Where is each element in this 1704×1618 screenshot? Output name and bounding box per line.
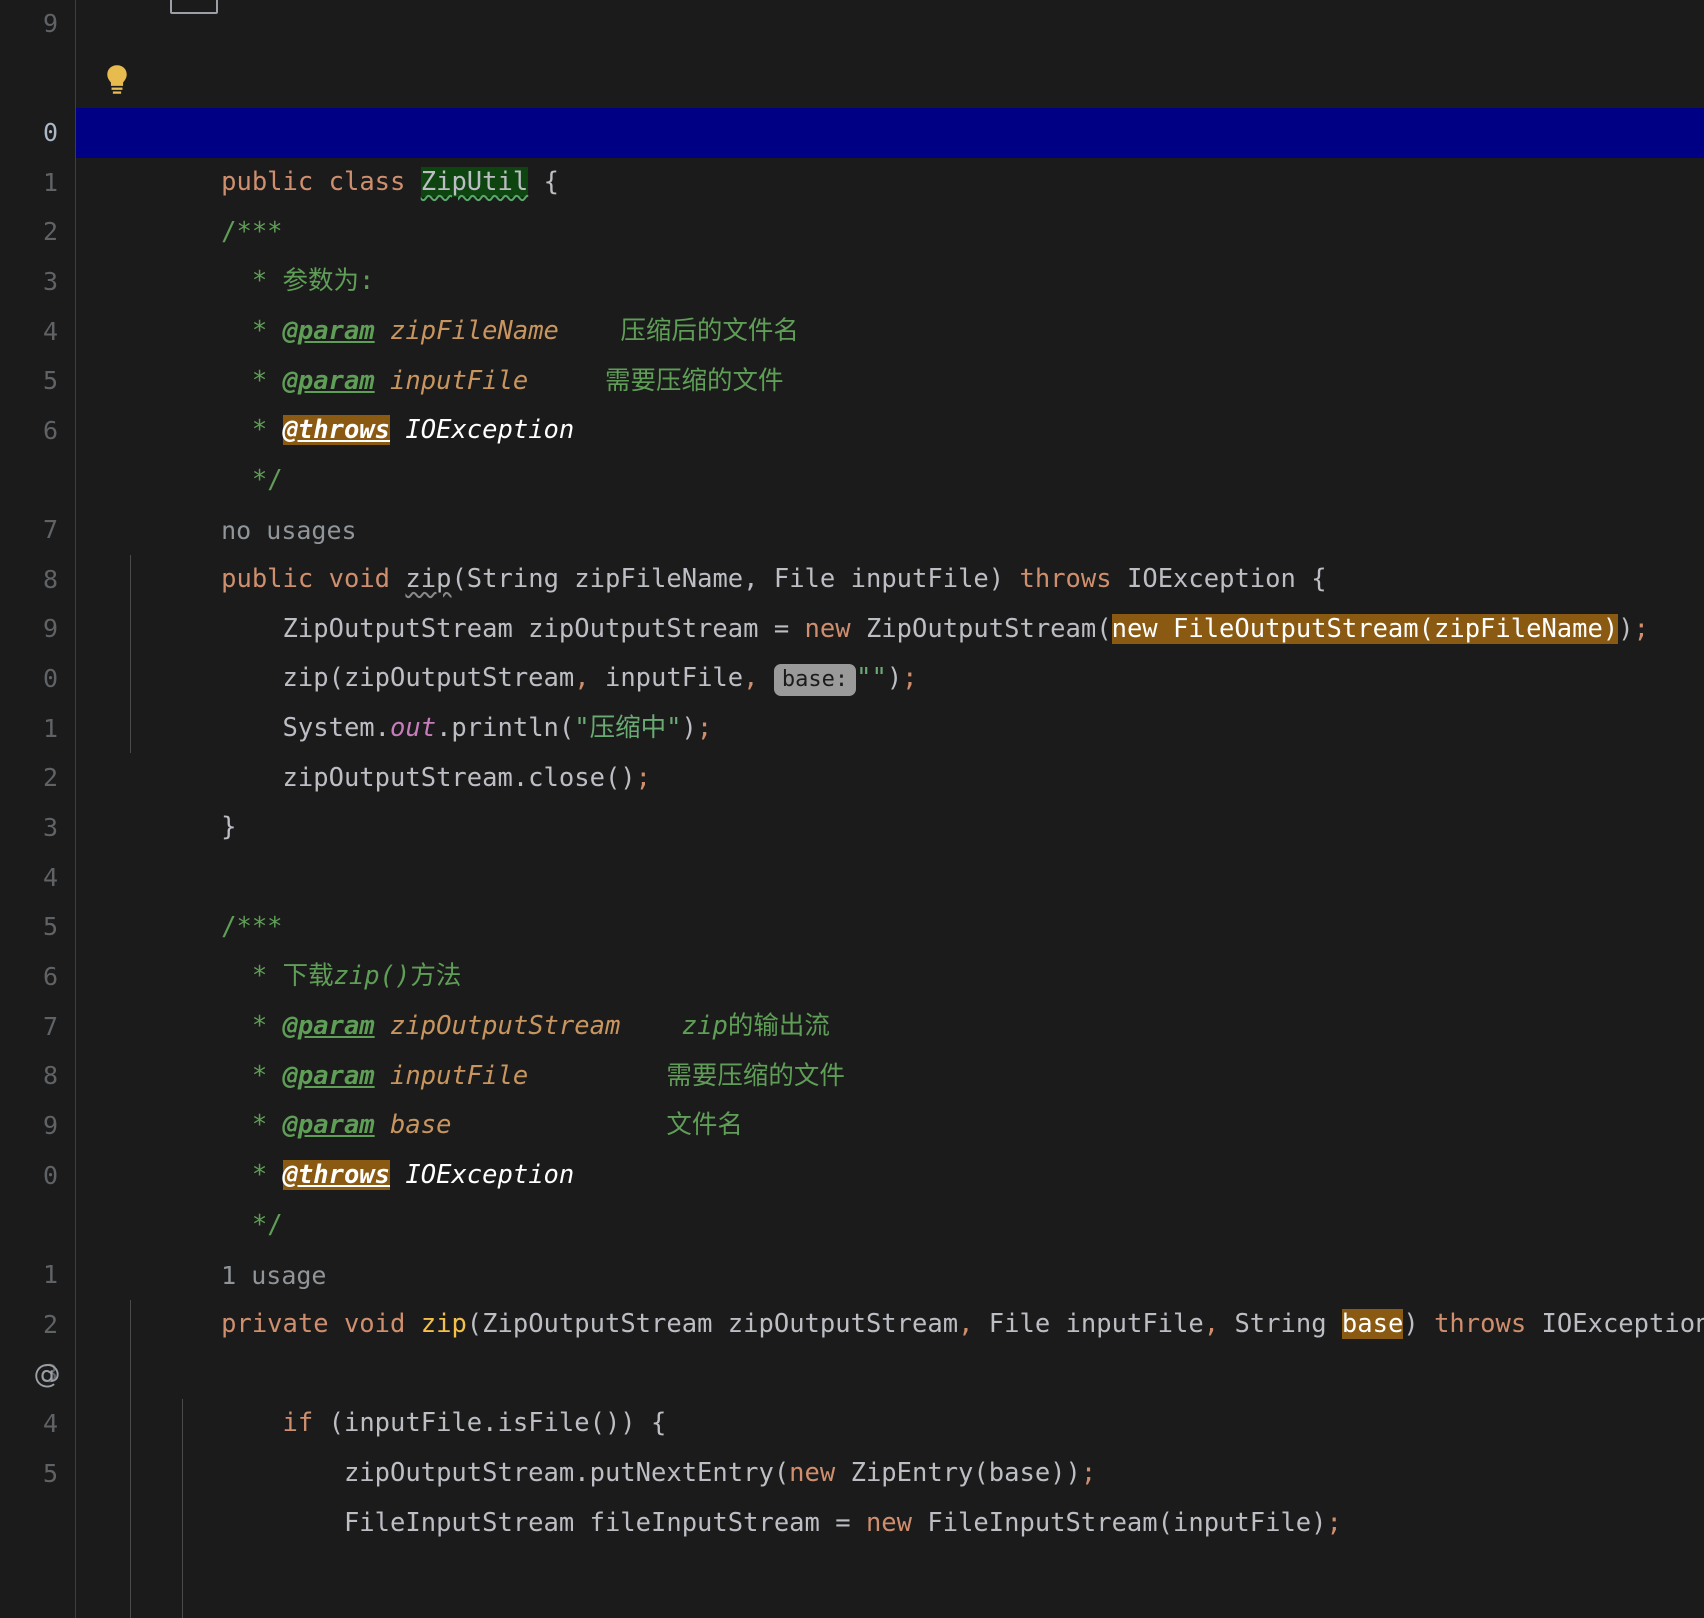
line-number: 6 [42,962,58,991]
code-line-blank[interactable] [76,803,1704,853]
inlay-no-usages-method1[interactable]: no usages [76,456,1704,545]
code-line-close-call[interactable]: zipOutputStream.close(); [76,704,1704,793]
semicolon: ; [1326,1507,1342,1538]
code-line-javadoc-param-1a[interactable]: * @param zipFileName 压缩后的文件名 [76,257,1704,346]
line-number: 5 [42,366,58,395]
line-number: 7 [42,1012,58,1041]
line-number: 0 [42,118,58,147]
line-number: 9 [42,1111,58,1140]
line-number: 1 [42,714,58,743]
code-line-fileinputstream-init[interactable]: FileInputStream fileInputStream = new Fi… [76,1449,1704,1538]
line-number: 7 [42,515,58,544]
line-number: 1 [42,168,58,197]
keyword-new: new [865,1507,912,1538]
line-number: 5 [42,912,58,941]
lightbulb-icon[interactable] [102,64,132,98]
code-line-blank-2[interactable] [76,1300,1704,1350]
code-line-javadoc-desc-1[interactable]: * 参数为: [76,207,1704,296]
line-number: 9 [42,614,58,643]
line-number: 4 [42,1409,58,1438]
line-number: 5 [42,1459,58,1488]
code-line-javadoc-param-2b[interactable]: * @param inputFile 需要压缩的文件 [76,1002,1704,1091]
code-line-method-signature-1[interactable]: public void zip(String zipFileName, File… [76,505,1704,594]
ide-editor-window: 9 0 1 2 3 4 5 6 7 8 9 0 1 2 3 4 5 6 7 8 … [0,0,1704,1618]
line-number: 0 [42,664,58,693]
line-number: 0 [42,1161,58,1190]
code-line-println[interactable]: System.out.println("压缩中"); [76,654,1704,743]
code-line-method1-close-brace[interactable]: } [76,753,1704,842]
code-line-method-signature-2[interactable]: private void zip(ZipOutputStream zipOutp… [76,1250,1704,1339]
code-line-javadoc-param-1b[interactable]: * @param inputFile 需要压缩的文件 [76,307,1704,396]
code-line-javadoc-throws-1[interactable]: * @throws IOException [76,356,1704,445]
declaration-text: FileInputStream fileInputStream = [343,1507,866,1538]
line-number: 2 [42,763,58,792]
code-line-zipoutputstream-init[interactable]: ZipOutputStream zipOutputStream = new Zi… [76,555,1704,644]
line-number: 9 [42,9,58,38]
line-number: 3 [42,267,58,296]
code-line-javadoc-open-2[interactable]: /*** [76,853,1704,942]
code-area[interactable]: no usages public class ZipUtil { /*** * … [76,0,1704,1618]
line-number-gutter[interactable]: 9 0 1 2 3 4 5 6 7 8 9 0 1 2 3 4 5 6 7 8 … [0,0,76,1618]
code-line-javadoc-param-2c[interactable]: * @param base 文件名 [76,1051,1704,1140]
line-number: 8 [42,1061,58,1090]
code-line-javadoc-desc-2[interactable]: * 下载zip()方法 [76,902,1704,991]
code-line-zip-call[interactable]: zip(zipOutputStream, inputFile, base: "")… [76,604,1704,696]
code-line-javadoc-open-1[interactable]: /*** [76,158,1704,247]
line-number: 1 [42,1260,58,1289]
code-line-putnextentry[interactable]: zipOutputStream.putNextEntry(new ZipEntr… [76,1399,1704,1488]
code-line-javadoc-param-2a[interactable]: * @param zipOutputStream zip的输出流 [76,952,1704,1041]
code-line-javadoc-close-1[interactable]: */ [76,406,1704,495]
fileinputstream-ctor: FileInputStream(inputFile) [912,1507,1327,1538]
line-number: 3 [42,813,58,842]
inlay-no-usages-class[interactable]: no usages [76,58,1704,147]
line-number: 8 [42,565,58,594]
line-number: 6 [42,416,58,445]
line-number: 2 [42,217,58,246]
inlay-one-usage[interactable]: 1 usage [76,1201,1704,1290]
code-line-javadoc-close-2[interactable]: */ [76,1151,1704,1240]
line-number: 2 [42,1310,58,1339]
code-line-javadoc-throws-2[interactable]: * @throws IOException [76,1101,1704,1190]
at-annotation-icon[interactable]: @ [30,1358,64,1392]
line-number: 4 [42,863,58,892]
code-line-class-declaration[interactable]: public class ZipUtil { [76,108,1704,197]
line-number: 4 [42,317,58,346]
code-line-if-statement[interactable]: if (inputFile.isFile()) { [76,1349,1704,1438]
